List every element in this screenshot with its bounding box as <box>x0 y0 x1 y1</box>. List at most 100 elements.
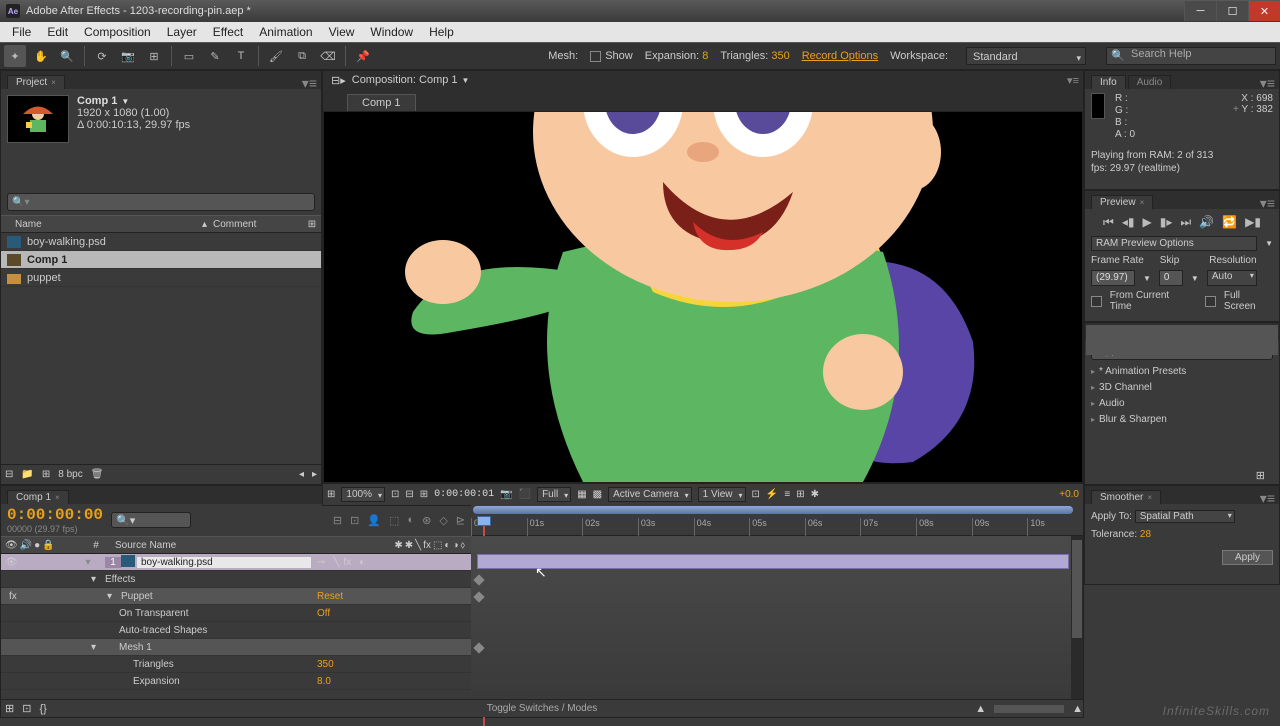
timeline-tab[interactable]: Comp 1× <box>7 490 69 504</box>
toggle-in-out-icon[interactable]: {} <box>39 703 46 715</box>
new-bin-icon[interactable]: ⊞ <box>1256 469 1265 482</box>
workspace-select[interactable]: Standard <box>966 47 1086 65</box>
maximize-button[interactable]: ☐ <box>1216 1 1248 21</box>
pan-behind-tool-icon[interactable]: ⊞ <box>143 45 165 67</box>
flowchart-icon[interactable]: ⊞ <box>796 489 804 500</box>
help-search-input[interactable]: 🔍Search Help <box>1106 47 1276 65</box>
chevron-down-icon[interactable]: ▼ <box>462 76 470 85</box>
menu-layer[interactable]: Layer <box>159 23 205 41</box>
close-icon[interactable]: × <box>1140 198 1145 207</box>
audio-panel-tab[interactable]: Audio <box>1128 75 1172 89</box>
zoom-select[interactable]: 100% <box>341 487 385 502</box>
motion-blur-toggle[interactable]: ◐ <box>359 557 365 568</box>
grid-icon[interactable]: ⊞ <box>420 489 428 500</box>
comp-name-label[interactable]: Comp 1▼ <box>77 95 190 107</box>
scroll-right-icon[interactable]: ▸ <box>312 469 317 480</box>
motion-blur-icon[interactable]: ◐ <box>407 514 414 527</box>
property-row[interactable]: ▾Mesh 1 <box>1 639 471 656</box>
play-icon[interactable]: ▶ <box>1143 215 1152 230</box>
apply-to-select[interactable]: Spatial Path <box>1135 510 1235 523</box>
menu-composition[interactable]: Composition <box>76 23 159 41</box>
record-options-link[interactable]: Record Options <box>802 50 878 62</box>
framerate-input[interactable]: (29.97) <box>1091 270 1135 286</box>
composition-header[interactable]: Composition: Comp 1 <box>352 74 458 86</box>
visibility-toggle[interactable]: 👁 <box>5 557 17 568</box>
timeline-search-input[interactable]: 🔍▾ <box>111 512 191 528</box>
hide-shy-icon[interactable]: 👤 <box>367 514 381 527</box>
toggle-modes-icon[interactable]: ⊡ <box>22 702 31 715</box>
menu-help[interactable]: Help <box>421 23 462 41</box>
toggle-switches-modes-button[interactable]: Toggle Switches / Modes <box>487 703 598 714</box>
menu-window[interactable]: Window <box>362 23 421 41</box>
full-screen-checkbox[interactable] <box>1205 296 1216 307</box>
solo-column-icon[interactable]: ● <box>34 540 40 551</box>
brainstorm-icon[interactable]: ⊛ <box>422 514 431 527</box>
label-column-icon[interactable]: ⊞ <box>303 219 321 230</box>
timeline-layer-row[interactable]: 👁 ▾ 1 boy-walking.psd ⊸ ╲ fx ◐ <box>1 554 471 571</box>
frame-blend-icon[interactable]: ⬚ <box>389 514 399 527</box>
audio-icon[interactable]: 🔊 <box>1199 215 1214 230</box>
label-color[interactable] <box>95 556 105 568</box>
camera-select[interactable]: Active Camera <box>608 487 692 502</box>
preset-folder[interactable]: ▸Audio <box>1085 395 1279 411</box>
magnify-icon[interactable]: ⊞ <box>327 489 335 500</box>
expansion-value[interactable]: 8 <box>702 50 708 62</box>
fast-preview-icon[interactable]: ⚡ <box>766 489 778 500</box>
video-column-icon[interactable]: 👁 <box>5 540 18 551</box>
interpret-footage-icon[interactable]: ⊟ <box>5 469 13 480</box>
transparency-grid-icon[interactable]: ▦ <box>577 489 586 500</box>
info-panel-tab[interactable]: Info <box>1091 75 1126 89</box>
property-row[interactable]: Auto-traced Shapes <box>1 622 471 639</box>
project-panel-tab[interactable]: Project× <box>7 75 65 89</box>
layer-name[interactable]: boy-walking.psd <box>137 557 311 568</box>
skip-input[interactable]: 0 <box>1159 270 1183 286</box>
roi-icon[interactable]: ⊟ <box>405 489 413 500</box>
property-row[interactable]: Triangles350 <box>1 656 471 673</box>
rotate-tool-icon[interactable]: ⟳ <box>91 45 113 67</box>
time-navigator[interactable] <box>473 506 1073 514</box>
prev-frame-icon[interactable]: ◂▮ <box>1122 215 1135 230</box>
ram-preview-icon[interactable]: ▶▮ <box>1245 215 1261 230</box>
scroll-left-icon[interactable]: ◂ <box>299 469 304 480</box>
view-layout-select[interactable]: 1 View <box>698 487 746 502</box>
preset-folder[interactable]: ▸* Animation Presets <box>1085 363 1279 379</box>
channel-icon[interactable]: ⬛ <box>519 489 531 500</box>
property-row[interactable]: Expansion8.0 <box>1 673 471 690</box>
trash-icon[interactable]: 🗑 <box>91 469 104 480</box>
brush-tool-icon[interactable]: 🖌 <box>265 45 287 67</box>
lock-column-icon[interactable]: 🔒 <box>42 540 54 551</box>
current-timecode[interactable]: 0:00:00:00 <box>7 506 103 524</box>
hand-tool-icon[interactable]: ✋ <box>30 45 52 67</box>
layer-duration-bar[interactable] <box>477 554 1069 569</box>
composition-viewer[interactable] <box>323 111 1083 483</box>
puppet-tool-icon[interactable]: 📌 <box>352 45 374 67</box>
rect-tool-icon[interactable]: ▭ <box>178 45 200 67</box>
timeline-icon[interactable]: ≡ <box>784 489 790 500</box>
ram-preview-options-select[interactable]: RAM Preview Options <box>1091 236 1257 251</box>
comp-mini-flowchart-icon[interactable]: ⊟ <box>333 514 342 527</box>
snapshot-icon[interactable]: 📷 <box>500 489 512 500</box>
zoom-out-icon[interactable]: ▲ <box>975 703 986 715</box>
quality-toggle[interactable]: ╲ <box>333 557 339 568</box>
selection-tool-icon[interactable]: ✦ <box>4 45 26 67</box>
zoom-in-icon[interactable]: ▲ <box>1072 703 1083 715</box>
text-tool-icon[interactable]: T <box>230 45 252 67</box>
preset-folder[interactable]: ▸3D Channel <box>1085 379 1279 395</box>
comp-viewer-tab[interactable]: Comp 1 <box>347 94 416 111</box>
menu-animation[interactable]: Animation <box>251 23 320 41</box>
close-button[interactable]: ✕ <box>1248 1 1280 21</box>
last-frame-icon[interactable]: ⏭ <box>1180 215 1191 230</box>
reset-exposure-icon[interactable]: ✱ <box>811 489 819 500</box>
camera-tool-icon[interactable]: 📷 <box>117 45 139 67</box>
time-ruler[interactable]: 00s 01s 02s 03s 04s 05s 06s 07s 08s 09s … <box>471 518 1083 536</box>
twirl-icon[interactable]: ▾ <box>81 557 95 568</box>
pen-tool-icon[interactable]: ✎ <box>204 45 226 67</box>
menu-file[interactable]: File <box>4 23 39 41</box>
project-item[interactable]: puppet <box>1 269 321 287</box>
resolution-select[interactable]: Full <box>537 487 571 502</box>
from-current-checkbox[interactable] <box>1091 296 1102 307</box>
preview-panel-tab[interactable]: Preview× <box>1091 195 1153 209</box>
preset-folder[interactable]: ▸Blur & Sharpen <box>1085 411 1279 427</box>
resolution-select[interactable]: Auto <box>1207 270 1257 286</box>
mask-icon[interactable]: ▩ <box>593 489 602 500</box>
